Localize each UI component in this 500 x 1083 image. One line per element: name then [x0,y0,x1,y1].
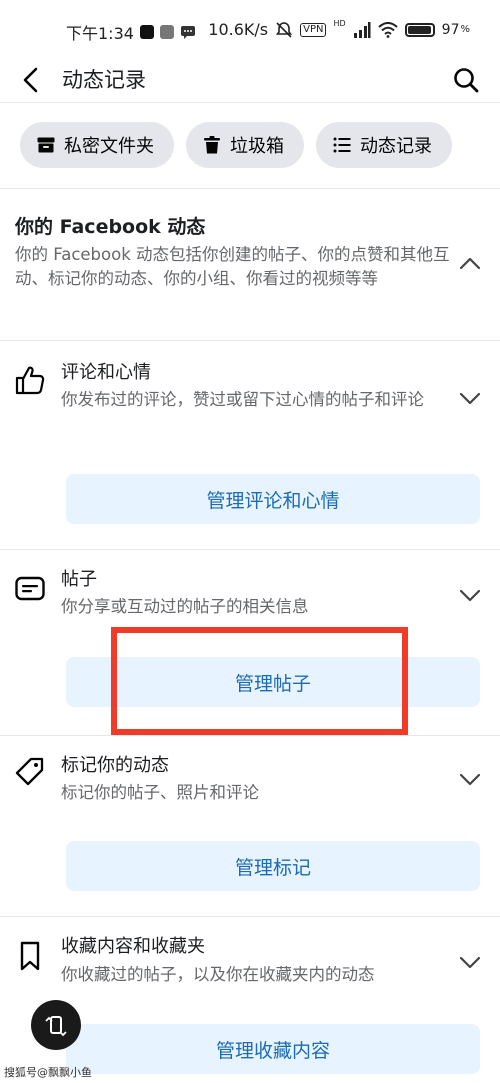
chip-trash[interactable]: 垃圾箱 [186,122,304,168]
item-title: 帖子 [61,569,97,590]
divider [0,735,500,736]
chevron-down-icon[interactable] [456,384,484,412]
network-speed: 10.6K/s [208,20,269,39]
item-description: 你收藏过的帖子，以及你在收藏夹内的动态 [61,965,375,984]
item-title: 评论和心情 [61,362,151,383]
notification-icon [159,25,174,39]
facebook-activity-section: 你的 Facebook 动态 你的 Facebook 动态包括你创建的帖子、你的… [15,213,455,291]
thumbs-up-icon [15,366,45,395]
back-arrow-icon[interactable] [16,64,48,96]
hd-badge: HD [333,18,346,28]
signal-icon [353,21,371,38]
notification-icon [139,25,154,39]
status-time: 下午1:34 [66,24,134,43]
mute-bell-icon [276,21,293,38]
chevron-up-icon[interactable] [456,250,484,278]
chip-label: 动态记录 [360,136,432,157]
tag-icon [15,757,44,786]
search-icon[interactable] [450,64,482,96]
battery-percent-sign: % [460,24,470,35]
list-icon [333,137,351,153]
chip-label: 垃圾箱 [230,136,284,157]
page-title: 动态记录 [62,68,146,92]
battery-percent: 97 [441,21,460,38]
divider [0,340,500,341]
item-title: 收藏内容和收藏夹 [61,936,205,957]
rotate-screen-icon [45,1016,67,1037]
battery-icon [404,22,435,37]
item-description: 你分享或互动过的帖子的相关信息 [61,597,309,616]
message-icon [180,26,195,39]
divider [0,188,500,189]
manage-saved-button[interactable]: 管理收藏内容 [66,1024,480,1074]
section-title: 你的 Facebook 动态 [15,216,206,238]
vpn-badge: VPN [300,22,327,37]
chevron-down-icon[interactable] [456,765,484,793]
status-bar: 下午1:34 10.6K/s VPN HD 97% [0,0,500,58]
trash-icon [204,136,220,154]
wifi-icon [377,21,398,38]
post-icon [15,576,45,601]
divider [0,549,500,550]
divider [0,916,500,917]
chip-activity-log[interactable]: 动态记录 [316,122,452,168]
manage-comments-button[interactable]: 管理评论和心情 [66,474,480,524]
highlight-annotation-box [111,627,408,735]
divider [0,102,500,103]
item-title: 标记你的动态 [61,755,169,776]
floating-switch-button[interactable] [31,1000,81,1050]
filter-chips: 私密文件夹 垃圾箱 动态记录 [20,122,452,168]
watermark: 搜狐号@飘飘小鱼 [4,1066,92,1079]
chevron-down-icon[interactable] [456,581,484,609]
section-description: 你的 Facebook 动态包括你创建的帖子、你的点赞和其他互动、标记你的动态、… [15,245,450,288]
bookmark-icon [20,941,40,971]
chevron-down-icon[interactable] [456,948,484,976]
chip-private-folder[interactable]: 私密文件夹 [20,122,174,168]
app-bar: 动态记录 [0,58,500,102]
item-description: 标记你的帖子、照片和评论 [61,783,259,802]
chip-label: 私密文件夹 [64,136,154,157]
manage-tags-button[interactable]: 管理标记 [66,841,480,891]
archive-box-icon [37,137,55,153]
item-description: 你发布过的评论，赞过或留下过心情的帖子和评论 [61,390,424,409]
